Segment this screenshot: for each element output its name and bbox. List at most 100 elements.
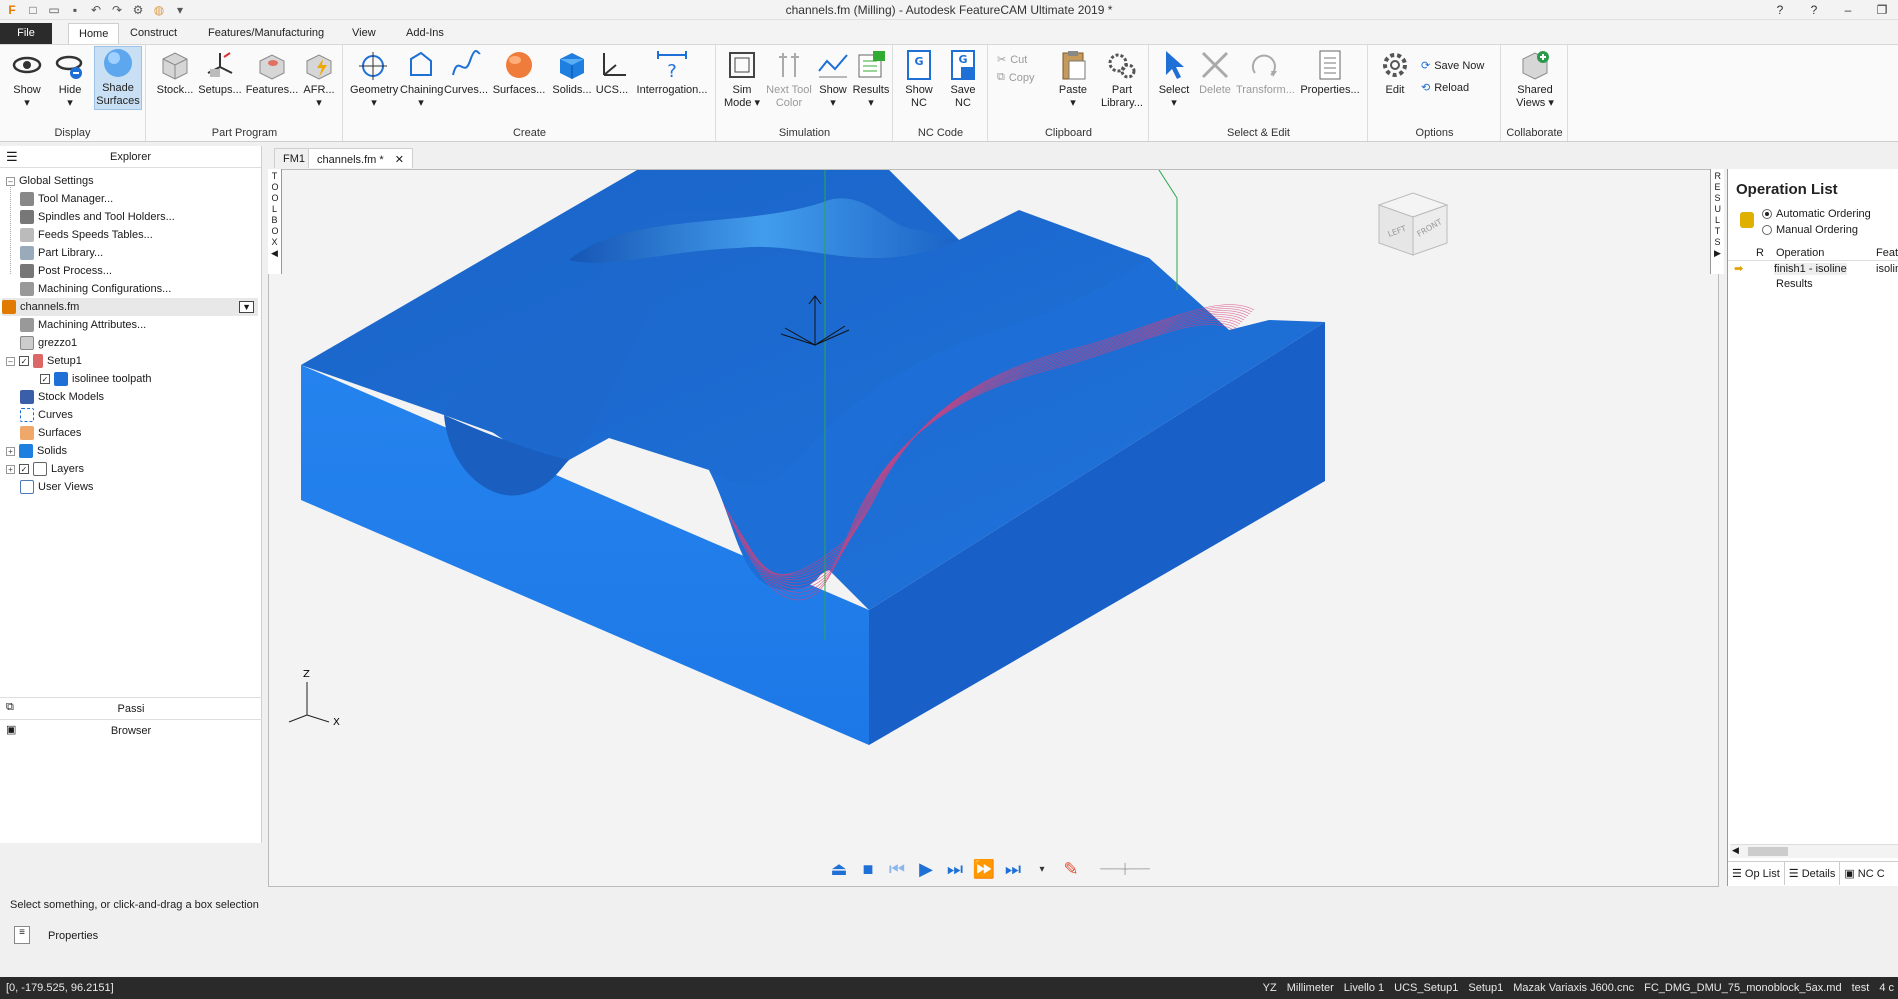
sim-options-dropdown-icon[interactable]: ▾ bbox=[1029, 857, 1055, 881]
manual-ordering-radio[interactable]: Manual Ordering bbox=[1762, 224, 1858, 236]
tab-details[interactable]: ☰ Details bbox=[1785, 862, 1841, 885]
collapse-icon[interactable]: – bbox=[6, 176, 15, 186]
automatic-ordering-radio[interactable]: Automatic Ordering bbox=[1762, 208, 1871, 220]
select-button[interactable]: Select ▾ bbox=[1154, 49, 1194, 110]
shade-surfaces-button[interactable]: Shade Surfaces bbox=[94, 46, 142, 110]
solids-button[interactable]: Solids... bbox=[550, 49, 594, 97]
chaining-button[interactable]: Chaining ▾ bbox=[400, 49, 443, 110]
show-nc-button[interactable]: G Show NC bbox=[898, 49, 940, 110]
browser-panel-tab[interactable]: ▣ Browser bbox=[0, 719, 262, 741]
step-forward-icon[interactable]: ⏭ bbox=[942, 857, 968, 881]
next-tool-color-button[interactable]: Next Tool Color bbox=[763, 49, 815, 110]
properties-label[interactable]: Properties bbox=[48, 930, 98, 942]
oplist-row[interactable]: ➡ finish1 - isoline isolin bbox=[1728, 261, 1898, 277]
part-library-button[interactable]: Part Library... bbox=[1097, 49, 1147, 110]
tree-surfaces[interactable]: Surfaces bbox=[20, 424, 81, 442]
close-tab-icon[interactable]: ✕ bbox=[395, 154, 404, 166]
cut-button[interactable]: ✂ Cut bbox=[997, 53, 1027, 67]
tree-tool-manager[interactable]: Tool Manager... bbox=[20, 190, 113, 208]
graphics-viewport[interactable]: Z X LEFT FRONT bbox=[268, 169, 1719, 887]
save-nc-button[interactable]: G Save NC bbox=[942, 49, 984, 110]
tree-spindles[interactable]: Spindles and Tool Holders... bbox=[20, 208, 175, 226]
copy-button[interactable]: ⧉ Copy bbox=[997, 71, 1035, 84]
status-ucs[interactable]: UCS_Setup1 bbox=[1394, 982, 1458, 994]
delete-button[interactable]: Delete bbox=[1194, 49, 1236, 97]
layers-checkbox[interactable]: ✓ bbox=[19, 464, 29, 474]
sim-show-button[interactable]: Show ▾ bbox=[815, 49, 851, 110]
properties-icon[interactable]: ≡ bbox=[14, 926, 30, 944]
setups-button[interactable]: Setups... bbox=[197, 49, 243, 97]
tree-curves[interactable]: Curves bbox=[20, 406, 73, 424]
toolbox-expand-icon[interactable]: ◀ bbox=[268, 248, 281, 259]
lock-icon[interactable] bbox=[1740, 212, 1754, 228]
collapse-icon[interactable]: – bbox=[6, 356, 15, 366]
oplist-results-row[interactable]: Results bbox=[1776, 278, 1813, 290]
play-to-end-icon[interactable]: ⏭ bbox=[1000, 857, 1026, 881]
shared-views-button[interactable]: Shared Views ▾ bbox=[1508, 49, 1562, 110]
setup1-checkbox[interactable]: ✓ bbox=[19, 356, 29, 366]
doc-tab-channels[interactable]: channels.fm * ✕ bbox=[308, 148, 413, 168]
play-icon[interactable]: ▶ bbox=[913, 857, 939, 881]
status-test[interactable]: test bbox=[1852, 982, 1870, 994]
tab-construct[interactable]: Construct bbox=[120, 23, 187, 44]
status-post[interactable]: Mazak Variaxis J600.cnc bbox=[1513, 982, 1634, 994]
afr-button[interactable]: AFR... ▾ bbox=[299, 49, 339, 110]
tab-home[interactable]: Home bbox=[68, 23, 120, 44]
tree-solids[interactable]: + Solids bbox=[6, 442, 67, 460]
tree-global-settings[interactable]: – Global Settings bbox=[6, 172, 94, 190]
tree-part-library[interactable]: Part Library... bbox=[20, 244, 103, 262]
tree-setup1[interactable]: – ✓ Setup1 bbox=[6, 352, 82, 370]
options-edit-button[interactable]: Edit bbox=[1375, 49, 1415, 97]
help-icon[interactable]: ? bbox=[1804, 2, 1824, 18]
passi-panel-tab[interactable]: ⧉ Passi bbox=[0, 697, 262, 719]
stop-icon[interactable]: ■ bbox=[855, 857, 881, 881]
features-button[interactable]: Features... bbox=[245, 49, 299, 97]
properties-button[interactable]: Properties... bbox=[1296, 49, 1364, 97]
speed-slider[interactable]: ───┼─── bbox=[1087, 857, 1163, 881]
restore-button[interactable]: ❐ bbox=[1872, 2, 1892, 18]
tab-file[interactable]: File bbox=[0, 23, 52, 44]
save-now-button[interactable]: ⟳ Save Now bbox=[1421, 59, 1484, 73]
tree-feeds-speeds[interactable]: Feeds Speeds Tables... bbox=[20, 226, 153, 244]
status-layer[interactable]: Livello 1 bbox=[1344, 982, 1384, 994]
tree-machining-configurations[interactable]: Machining Configurations... bbox=[20, 280, 171, 298]
paste-button[interactable]: Paste ▾ bbox=[1051, 49, 1095, 110]
expand-icon[interactable]: + bbox=[6, 464, 15, 474]
curves-button[interactable]: Curves... bbox=[444, 49, 488, 97]
results-expand-icon[interactable]: ▶ bbox=[1711, 248, 1724, 259]
toolbox-side-tab[interactable]: TOOLBOX ◀ bbox=[268, 169, 282, 274]
file-dropdown-icon[interactable]: ▼ bbox=[239, 301, 254, 313]
tree-user-views[interactable]: User Views bbox=[20, 478, 93, 496]
status-machine-design[interactable]: FC_DMG_DMU_75_monoblock_5ax.md bbox=[1644, 982, 1841, 994]
interrogation-button[interactable]: ? Interrogation... bbox=[632, 49, 712, 97]
geometry-button[interactable]: Geometry ▾ bbox=[350, 49, 398, 110]
view-cube[interactable]: LEFT FRONT bbox=[1377, 192, 1449, 256]
ucs-button[interactable]: UCS... bbox=[594, 49, 630, 97]
results-button[interactable]: Results ▾ bbox=[851, 49, 891, 110]
status-count[interactable]: 4 c bbox=[1879, 982, 1894, 994]
tree-stock-grezzo1[interactable]: grezzo1 bbox=[20, 334, 77, 352]
tab-view[interactable]: View bbox=[342, 23, 386, 44]
sim-mode-button[interactable]: Sim Mode ▾ bbox=[721, 49, 763, 110]
toolpath-checkbox[interactable]: ✓ bbox=[40, 374, 50, 384]
minimize-button[interactable]: – bbox=[1838, 2, 1858, 18]
show-button[interactable]: Show ▾ bbox=[6, 49, 48, 110]
tab-op-list[interactable]: ☰ Op List bbox=[1728, 862, 1785, 885]
tab-nc-code[interactable]: ▣ NC C bbox=[1840, 862, 1888, 885]
surfaces-button[interactable]: Surfaces... bbox=[492, 49, 546, 97]
step-back-icon[interactable]: ⏮ bbox=[884, 857, 910, 881]
oplist-horizontal-scrollbar[interactable]: ◀ bbox=[1730, 844, 1898, 858]
hide-button[interactable]: Hide ▾ bbox=[50, 49, 90, 110]
clear-brush-icon[interactable]: ✎ bbox=[1058, 857, 1084, 881]
status-plane[interactable]: YZ bbox=[1263, 982, 1277, 994]
tree-post-process[interactable]: Post Process... bbox=[20, 262, 112, 280]
eject-icon[interactable]: ⏏ bbox=[826, 857, 852, 881]
tab-add-ins[interactable]: Add-Ins bbox=[396, 23, 454, 44]
reload-button[interactable]: ⟲ Reload bbox=[1421, 81, 1469, 95]
status-units[interactable]: Millimeter bbox=[1287, 982, 1334, 994]
tab-features-manufacturing[interactable]: Features/Manufacturing bbox=[198, 23, 334, 44]
tree-machining-attributes[interactable]: Machining Attributes... bbox=[20, 316, 146, 334]
tree-file-channels[interactable]: channels.fm ▼ bbox=[2, 298, 258, 316]
fast-forward-icon[interactable]: ⏩ bbox=[971, 857, 997, 881]
expand-icon[interactable]: + bbox=[6, 446, 15, 456]
